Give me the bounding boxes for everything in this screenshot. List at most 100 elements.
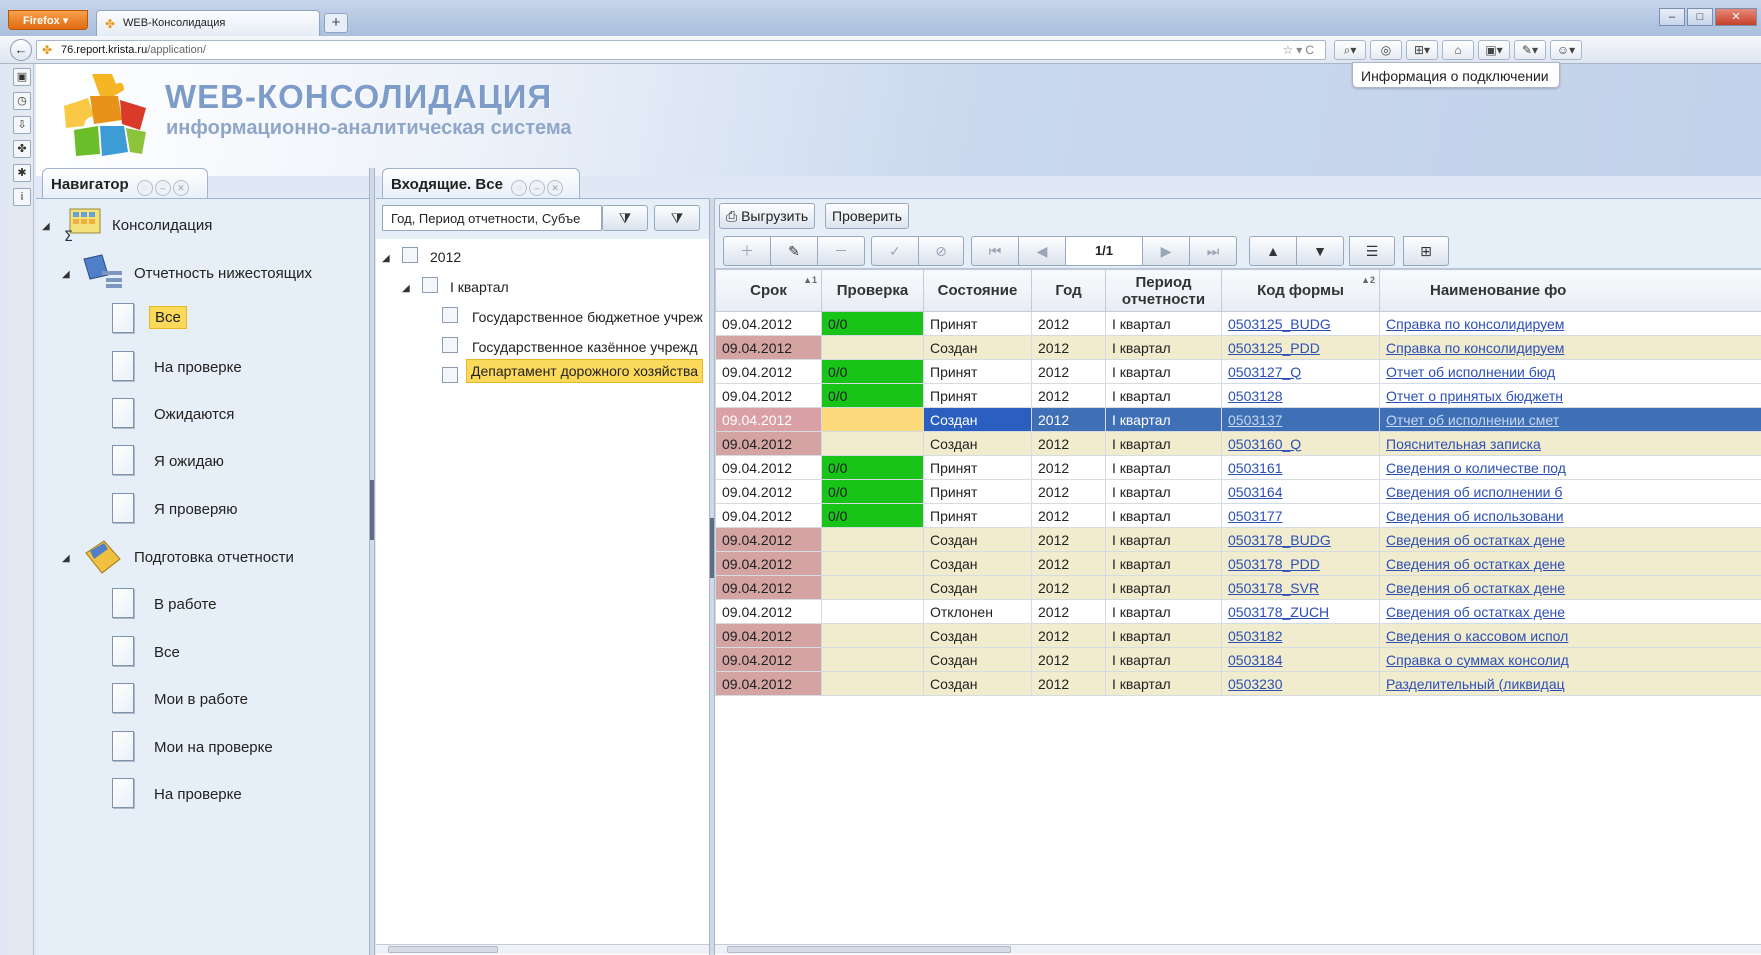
column-header-year[interactable]: Год — [1031, 269, 1106, 312]
table-row[interactable]: 09.04.2012 0/0 Принят 2012 I квартал 0503128 О… — [715, 383, 1761, 408]
check-button[interactable]: Проверить — [825, 203, 910, 229]
table-row[interactable]: 09.04.2012 0/0 Принят 2012 I квартал 0503125_… — [715, 311, 1761, 336]
table-row[interactable]: 09.04.2012 Создан 2012 I квартал 0503178_BUD… — [715, 527, 1761, 552]
tree-item-i-wait[interactable]: Я ожидаю — [154, 453, 224, 470]
grouping-field[interactable]: Год, Период отчетности, Субъе — [382, 205, 602, 231]
menu-icon[interactable]: ☺▾ — [1550, 40, 1582, 60]
tree-item-road-department[interactable]: Департамент дорожного хозяйства — [466, 359, 704, 383]
column-header-deadline[interactable]: Срок ▲1 — [715, 269, 822, 312]
cell-form-code[interactable]: 0503178_SVR — [1221, 575, 1380, 600]
column-header-state[interactable]: Состояние — [923, 269, 1032, 312]
filter-settings-icon[interactable]: ⧩ — [654, 205, 700, 231]
cell-form-code[interactable]: 0503184 — [1221, 647, 1380, 672]
close-icon[interactable]: ✕ — [172, 180, 189, 196]
cancel-icon[interactable]: ⊘ — [918, 236, 964, 266]
table-row[interactable]: 09.04.2012 Создан 2012 I квартал 0503178_SVR… — [715, 575, 1761, 600]
move-down-icon[interactable]: ▼ — [1296, 236, 1344, 266]
cell-form-name[interactable]: Отчет об исполнении смет — [1379, 407, 1761, 432]
connection-info-button[interactable]: Информация о подключении — [1352, 62, 1560, 88]
cell-form-name[interactable]: Справка по консолидируем — [1379, 335, 1761, 360]
cell-form-code[interactable]: 0503161 — [1221, 455, 1380, 480]
minimize-icon[interactable]: – — [529, 180, 546, 196]
cell-form-name[interactable]: Сведения о количестве под — [1379, 455, 1761, 480]
info-icon[interactable]: i — [13, 188, 31, 206]
tree-item-my-in-work[interactable]: Мои в работе — [154, 691, 248, 708]
column-settings-icon[interactable]: ⊞ — [1403, 236, 1449, 266]
cell-form-code[interactable]: 0503137 — [1221, 407, 1380, 432]
collapse-arrow-icon[interactable]: ◢ — [62, 553, 70, 564]
back-arrow-icon[interactable]: ← — [10, 39, 32, 61]
cell-form-name[interactable]: Сведения об использовани — [1379, 503, 1761, 528]
cell-form-name[interactable]: Отчет об исполнении бюд — [1379, 359, 1761, 384]
bookmark-star-icon[interactable]: ☆▾C — [1283, 43, 1317, 57]
collapse-arrow-icon[interactable]: ◢ — [42, 221, 50, 232]
cell-form-name[interactable]: Разделительный (ликвидац — [1379, 671, 1761, 696]
table-row[interactable]: 09.04.2012 Создан 2012 I квартал 0503182 Свед… — [715, 623, 1761, 648]
cell-form-name[interactable]: Сведения об остатках дене — [1379, 527, 1761, 552]
table-row[interactable]: 09.04.2012 Создан 2012 I квартал 0503137 Отче… — [715, 407, 1761, 432]
tree-item-state-institution[interactable]: Государственное казённое учрежд — [472, 339, 698, 355]
tab-incoming-all[interactable]: Входящие. Все ◌ – ✕ — [382, 168, 580, 198]
scroll-thumb[interactable] — [388, 946, 498, 953]
browser-tab[interactable]: ✤ WEB-Консолидация — [96, 10, 320, 36]
firefox-menu-button[interactable]: Firefox ▾ — [8, 10, 88, 30]
cell-form-code[interactable]: 0503178_BUDG — [1221, 527, 1380, 552]
tree-item-all-prep[interactable]: Все — [154, 644, 180, 661]
puzzle-icon[interactable]: ✤ — [13, 140, 31, 158]
table-row[interactable]: 09.04.2012 Создан 2012 I квартал 0503230 Разд… — [715, 671, 1761, 696]
cell-form-code[interactable]: 0503127_Q — [1221, 359, 1380, 384]
tree-item-on-review[interactable]: На проверке — [154, 359, 242, 376]
cell-form-code[interactable]: 0503128 — [1221, 383, 1380, 408]
last-page-icon[interactable]: ⏭ — [1189, 236, 1237, 266]
table-row[interactable]: 09.04.2012 Отклонен 2012 I квартал 0503178_Z… — [715, 599, 1761, 624]
close-icon[interactable]: ✕ — [547, 180, 564, 196]
table-row[interactable]: 09.04.2012 0/0 Принят 2012 I квартал 0503177 С… — [715, 503, 1761, 528]
search-icon[interactable]: ⌕▾ — [1334, 40, 1366, 60]
column-header-period[interactable]: Период отчетности — [1105, 269, 1222, 312]
cell-form-code[interactable]: 0503125_PDD — [1221, 335, 1380, 360]
tree-item-all[interactable]: Все — [149, 306, 187, 329]
table-row[interactable]: 09.04.2012 Создан 2012 I квартал 0503178_PDD… — [715, 551, 1761, 576]
tree-item-consolidation[interactable]: Консолидация — [112, 217, 212, 234]
column-header-form-code[interactable]: Код формы ▲2 — [1221, 269, 1380, 312]
page-indicator[interactable]: 1/1 — [1065, 236, 1143, 266]
cell-form-name[interactable]: Сведения о кассовом испол — [1379, 623, 1761, 648]
download-icon[interactable]: ⇩ — [13, 116, 31, 134]
cell-form-name[interactable]: Справка о суммах консолид — [1379, 647, 1761, 672]
cell-form-name[interactable]: Пояснительная записка — [1379, 431, 1761, 456]
url-bar[interactable]: ✤ 76.report.krista.ru/application/ ☆▾C — [36, 40, 1326, 60]
cell-form-code[interactable]: 0503125_BUDG — [1221, 311, 1380, 336]
splitter-grip[interactable] — [710, 518, 714, 578]
history-icon[interactable]: ◷ — [13, 92, 31, 110]
column-header-check[interactable]: Проверка — [821, 269, 924, 312]
accept-check-icon[interactable]: ✓ — [871, 236, 919, 266]
new-tab-button[interactable]: + — [324, 13, 348, 33]
mid-hscrollbar[interactable] — [376, 944, 709, 954]
table-row[interactable]: 09.04.2012 0/0 Принят 2012 I квартал 0503164 С… — [715, 479, 1761, 504]
window-icon[interactable]: ▣ — [13, 68, 31, 86]
cell-form-code[interactable]: 0503178_PDD — [1221, 551, 1380, 576]
tree-item-in-work[interactable]: В работе — [154, 596, 217, 613]
scroll-thumb[interactable] — [727, 946, 1011, 953]
cell-form-code[interactable]: 0503182 — [1221, 623, 1380, 648]
tree-item-i-review[interactable]: Я проверяю — [154, 501, 238, 518]
restore-icon[interactable]: ◌ — [136, 180, 153, 196]
minimize-icon[interactable]: – — [154, 180, 171, 196]
tools-icon[interactable]: ✎▾ — [1514, 40, 1546, 60]
close-icon[interactable]: ✕ — [1715, 8, 1757, 26]
export-button[interactable]: ⎙ Выгрузить — [719, 203, 816, 229]
cell-form-name[interactable]: Сведения об остатках дене — [1379, 575, 1761, 600]
cell-form-code[interactable]: 0503177 — [1221, 503, 1380, 528]
minimize-icon[interactable]: – — [1659, 8, 1685, 26]
edit-pencil-icon[interactable]: ✎ — [770, 236, 818, 266]
filter-icon[interactable]: ⧩ — [602, 205, 648, 231]
collapse-arrow-icon[interactable]: ◢ — [62, 269, 70, 280]
table-row[interactable]: 09.04.2012 Создан 2012 I квартал 0503160_Q По… — [715, 431, 1761, 456]
tree-item-my-on-review[interactable]: Мои на проверке — [154, 739, 273, 756]
table-row[interactable]: 09.04.2012 Создан 2012 I квартал 0503125_PDD… — [715, 335, 1761, 360]
tree-item-on-review-prep[interactable]: На проверке — [154, 786, 242, 803]
first-page-icon[interactable]: ⏮ — [971, 236, 1019, 266]
screen-icon[interactable]: ▣▾ — [1478, 40, 1510, 60]
cell-form-name[interactable]: Сведения об остатках дене — [1379, 551, 1761, 576]
remove-icon[interactable]: － — [817, 236, 865, 266]
